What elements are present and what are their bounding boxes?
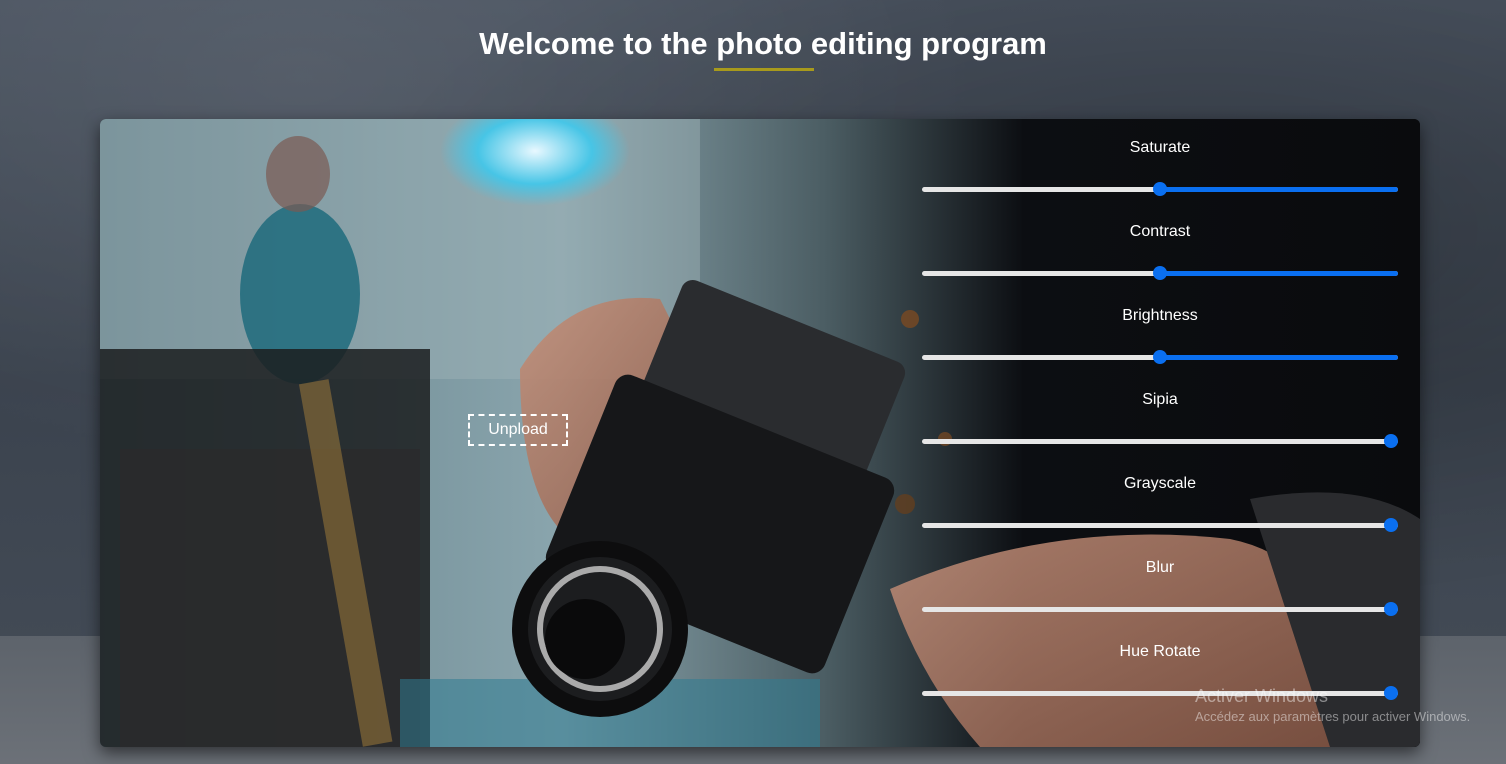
grayscale-slider-thumb[interactable] — [1384, 518, 1398, 532]
grayscale-control: Grayscale — [920, 455, 1400, 539]
page-title: Welcome to the photo editing program — [479, 26, 1047, 61]
activation-watermark-title: Activer Windows — [1195, 686, 1329, 706]
saturate-label: Saturate — [1129, 139, 1191, 156]
brightness-slider-thumb[interactable] — [1153, 350, 1167, 364]
grayscale-label: Grayscale — [1123, 475, 1197, 492]
contrast-control: Contrast — [920, 203, 1400, 287]
hue-rotate-label: Hue Rotate — [1119, 643, 1201, 660]
saturate-control: Saturate — [920, 119, 1400, 203]
upload-button[interactable]: Unpload — [468, 414, 568, 446]
brightness-control: Brightness — [920, 287, 1400, 371]
sipia-control: Sipia — [920, 371, 1400, 455]
contrast-slider-thumb[interactable] — [1153, 266, 1167, 280]
contrast-slider-fill — [1160, 271, 1398, 276]
sipia-slider-track[interactable] — [922, 439, 1398, 444]
blur-slider-track[interactable] — [922, 607, 1398, 612]
brightness-slider-fill — [1160, 355, 1398, 360]
grayscale-slider-track[interactable] — [922, 523, 1398, 528]
sipia-slider-thumb[interactable] — [1384, 434, 1398, 448]
blur-label: Blur — [1145, 559, 1175, 576]
title-underline — [714, 68, 814, 71]
activation-watermark-subtitle: Accédez aux paramètres pour activer Wind… — [1195, 709, 1471, 724]
hue-rotate-slider-thumb[interactable] — [1384, 686, 1398, 700]
brightness-label: Brightness — [1122, 307, 1198, 324]
filter-controls: Saturate Contrast Brightness Sipia Grayscale… — [920, 119, 1400, 747]
sipia-label: Sipia — [1142, 391, 1178, 408]
blur-control: Blur — [920, 539, 1400, 623]
blur-slider-thumb[interactable] — [1384, 602, 1398, 616]
saturate-slider-fill — [1160, 187, 1398, 192]
contrast-label: Contrast — [1129, 223, 1191, 240]
editor-panel: Unpload Saturate Contrast Brightness Sipia G… — [100, 119, 1420, 747]
saturate-slider-thumb[interactable] — [1153, 182, 1167, 196]
